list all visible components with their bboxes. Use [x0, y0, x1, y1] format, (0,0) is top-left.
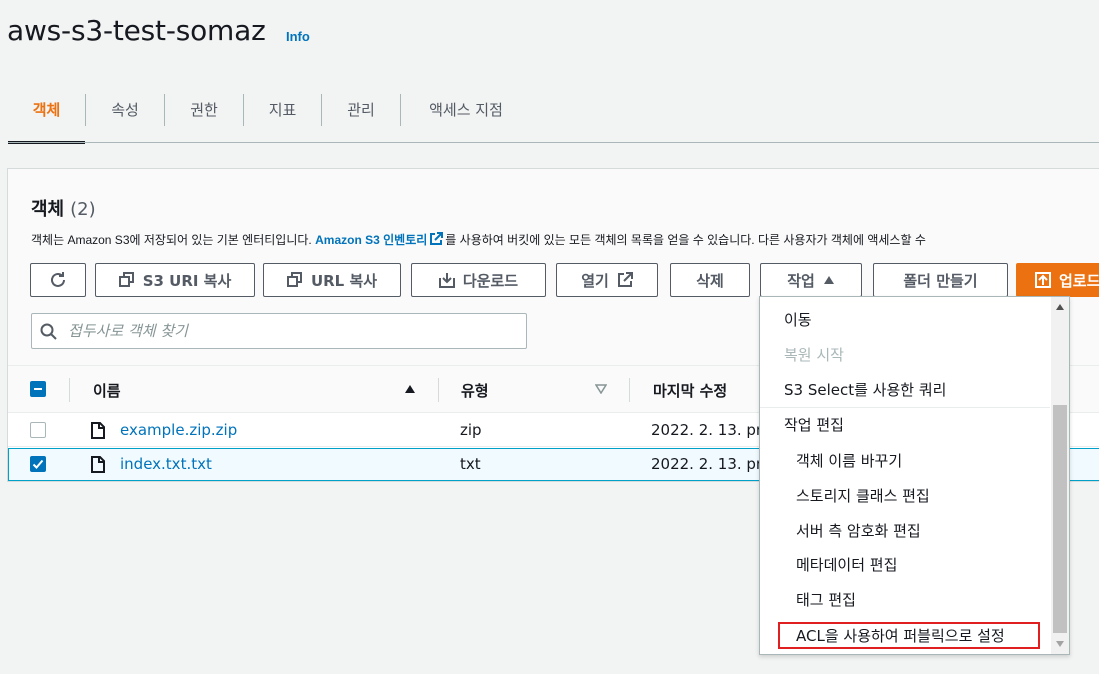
- upload-label: 업로드: [1059, 271, 1099, 290]
- object-last-modified: 2022. 2. 13. pm: [651, 421, 771, 439]
- page-header: aws-s3-test-somaz Info: [0, 0, 1099, 70]
- scroll-up-icon[interactable]: [1055, 303, 1065, 311]
- create-folder-button[interactable]: 폴더 만들기: [873, 263, 1008, 297]
- menu-item-s3-select[interactable]: S3 Select를 사용한 쿼리: [760, 372, 1050, 406]
- objects-heading: 객체 (2): [31, 195, 96, 221]
- column-type[interactable]: 유형: [461, 380, 489, 401]
- object-name-link[interactable]: index.txt.txt: [120, 455, 212, 473]
- file-icon: [91, 422, 105, 439]
- menu-item-edit-storage-class[interactable]: 스토리지 클래스 편집: [760, 478, 1050, 512]
- open-label: 열기: [581, 271, 609, 290]
- download-icon: [438, 273, 455, 288]
- desc-suffix: 를 사용하여 버킷에 있는 모든 객체의 목록을 얻을 수 있습니다. 다른 사…: [445, 233, 926, 247]
- copy-url-label: URL 복사: [310, 271, 378, 290]
- create-folder-label: 폴더 만들기: [903, 271, 978, 290]
- tab-objects[interactable]: 객체: [8, 75, 85, 144]
- desc-prefix: 객체는 Amazon S3에 저장되어 있는 기본 엔터티입니다.: [31, 233, 312, 247]
- menu-item-make-public-acl[interactable]: ACL을 사용하여 퍼블릭으로 설정: [760, 618, 1050, 652]
- caret-up-icon: [823, 276, 834, 284]
- tab-underline: [8, 142, 1099, 143]
- sort-ascending-icon[interactable]: [404, 384, 416, 394]
- column-last-modified[interactable]: 마지막 수정: [653, 380, 727, 401]
- upload-button[interactable]: 업로드: [1016, 263, 1099, 297]
- file-icon: [91, 456, 105, 473]
- menu-group-edit-actions: 작업 편집: [784, 415, 844, 434]
- minus-icon: [34, 388, 42, 390]
- tab-properties[interactable]: 속성: [86, 75, 164, 143]
- menu-item-move[interactable]: 이동: [760, 302, 1050, 336]
- menu-scrollbar[interactable]: [1051, 297, 1069, 654]
- open-button[interactable]: 열기: [556, 263, 658, 297]
- row-checkbox[interactable]: [30, 456, 46, 472]
- menu-item-edit-encryption[interactable]: 서버 측 암호화 편집: [760, 513, 1050, 547]
- upload-icon: [1035, 272, 1051, 288]
- tab-metrics[interactable]: 지표: [244, 75, 321, 143]
- page-title: aws-s3-test-somaz: [7, 14, 266, 47]
- copy-icon: [118, 272, 134, 287]
- column-divider: [438, 378, 439, 402]
- tab-permissions[interactable]: 권한: [165, 75, 243, 143]
- objects-title: 객체: [31, 199, 65, 220]
- external-link-icon: [617, 272, 633, 287]
- object-type: txt: [460, 455, 481, 473]
- actions-dropdown: 이동 복원 시작 S3 Select를 사용한 쿼리 작업 편집 객체 이름 바…: [759, 296, 1070, 655]
- column-divider: [629, 378, 630, 402]
- refresh-button[interactable]: [30, 263, 86, 297]
- menu-item-initiate-restore: 복원 시작: [784, 345, 844, 364]
- tab-bar: 객체 속성 권한 지표 관리 액세스 지점: [8, 75, 1099, 145]
- objects-description: 객체는 Amazon S3에 저장되어 있는 기본 엔터티입니다. Amazon…: [31, 231, 926, 248]
- actions-label: 작업: [787, 271, 815, 290]
- copy-icon: [286, 272, 302, 287]
- tab-management[interactable]: 관리: [322, 75, 400, 143]
- delete-label: 삭제: [696, 271, 724, 290]
- actions-button[interactable]: 작업: [760, 263, 862, 297]
- tab-access-points[interactable]: 액세스 지점: [401, 75, 531, 143]
- copy-s3-uri-label: S3 URI 복사: [142, 271, 232, 290]
- select-all-checkbox[interactable]: [30, 381, 46, 397]
- object-type: zip: [460, 421, 482, 439]
- row-checkbox[interactable]: [30, 422, 46, 438]
- copy-url-button[interactable]: URL 복사: [263, 263, 401, 297]
- menu-item-edit-metadata[interactable]: 메타데이터 편집: [760, 547, 1050, 581]
- check-icon: [32, 459, 44, 469]
- objects-count: (2): [70, 199, 96, 220]
- column-name[interactable]: 이름: [93, 380, 121, 401]
- search-icon: [40, 323, 57, 340]
- sort-icon[interactable]: [595, 384, 607, 394]
- menu-item-edit-tags[interactable]: 태그 편집: [760, 582, 1050, 616]
- object-name-link[interactable]: example.zip.zip: [120, 421, 237, 439]
- search-box: [31, 313, 527, 349]
- column-divider: [69, 378, 70, 402]
- search-input[interactable]: [68, 319, 508, 343]
- menu-item-rename-object[interactable]: 객체 이름 바꾸기: [760, 443, 1050, 477]
- inventory-link[interactable]: Amazon S3 인벤토리: [315, 233, 427, 247]
- refresh-icon: [51, 272, 65, 287]
- scrollbar-thumb[interactable]: [1053, 405, 1067, 633]
- scroll-down-icon[interactable]: [1055, 640, 1065, 648]
- external-link-icon[interactable]: [429, 232, 444, 246]
- copy-s3-uri-button[interactable]: S3 URI 복사: [95, 263, 255, 297]
- object-last-modified: 2022. 2. 13. pm: [651, 455, 771, 473]
- download-label: 다운로드: [462, 271, 519, 290]
- info-link[interactable]: Info: [286, 29, 310, 44]
- download-button[interactable]: 다운로드: [411, 263, 546, 297]
- delete-button[interactable]: 삭제: [670, 263, 750, 297]
